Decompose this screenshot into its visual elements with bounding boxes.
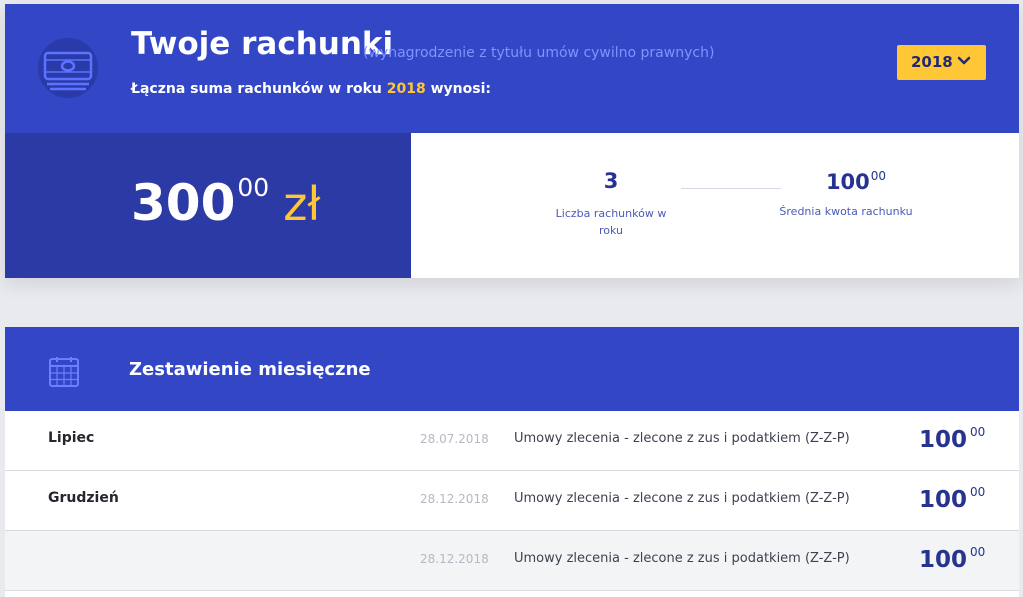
table-row[interactable]: Lipiec 28.07.2018 Umowy zlecenia - zleco… [5, 411, 1019, 471]
stats-divider [681, 188, 781, 189]
average-amount-integer: 100 [825, 170, 870, 194]
summary-header: Twoje rachunki (wynagrodzenie z tytułu u… [5, 4, 1019, 133]
summary-card: Twoje rachunki (wynagrodzenie z tytułu u… [5, 4, 1019, 278]
total-amount-panel: 30000 zł [5, 133, 411, 278]
total-amount-decimal: 00 [237, 173, 270, 202]
summary-year: 2018 [386, 81, 426, 97]
year-dropdown[interactable]: 2018 [897, 45, 986, 80]
row-description: Umowy zlecenia - zlecone z zus i podatki… [514, 551, 850, 566]
row-date: 28.07.2018 [420, 432, 489, 446]
row-amount-decimal: 00 [970, 545, 986, 559]
summary-text: Łączna suma rachunków w roku 2018 wynosi… [131, 81, 491, 97]
average-amount-decimal: 00 [870, 169, 887, 183]
row-description: Umowy zlecenia - zlecone z zus i podatki… [514, 491, 850, 506]
table-row[interactable]: 28.12.2018 Umowy zlecenia - zlecone z zu… [5, 531, 1019, 591]
total-amount: 30000 zł [131, 173, 320, 232]
row-month: Lipiec [48, 430, 95, 446]
row-amount-decimal: 00 [970, 425, 986, 439]
total-amount-integer: 300 [131, 174, 236, 232]
row-date: 28.12.2018 [420, 492, 489, 506]
page-title: Twoje rachunki [131, 26, 394, 62]
chevron-down-icon [957, 56, 971, 65]
summary-prefix: Łączna suma rachunków w roku [131, 81, 382, 97]
row-amount: 100 00 [919, 425, 985, 453]
page-subtitle: (wynagrodzenie z tytułu umów cywilno pra… [363, 45, 715, 61]
monthly-summary-header: Zestawienie miesięczne [5, 327, 1019, 411]
table-row[interactable]: Grudzień 28.12.2018 Umowy zlecenia - zle… [5, 471, 1019, 531]
calendar-icon [49, 357, 79, 387]
monthly-summary-card: Zestawienie miesięczne Lipiec 28.07.2018… [5, 327, 1019, 597]
row-amount-integer: 100 [919, 427, 968, 453]
row-amount: 100 00 [919, 545, 985, 573]
row-amount-integer: 100 [919, 547, 968, 573]
bill-count-value: 3 [603, 169, 619, 193]
row-amount-decimal: 00 [970, 485, 986, 499]
average-amount-value: 10000 [796, 169, 916, 194]
money-icon [38, 38, 98, 98]
summary-suffix: wynosi: [430, 81, 491, 97]
monthly-summary-title: Zestawienie miesięczne [129, 359, 371, 380]
bill-count-label: Liczba rachunków w roku [555, 207, 667, 237]
year-dropdown-value: 2018 [911, 53, 953, 71]
row-amount-integer: 100 [919, 487, 968, 513]
row-description: Umowy zlecenia - zlecone z zus i podatki… [514, 431, 850, 446]
row-amount: 100 00 [919, 485, 985, 513]
stats-panel: 3 Liczba rachunków w roku 10000 Średnia … [411, 133, 1019, 278]
total-amount-currency: zł [283, 177, 321, 231]
average-amount-label: Średnia kwota rachunku [779, 205, 913, 218]
row-month: Grudzień [48, 490, 119, 506]
row-date: 28.12.2018 [420, 552, 489, 566]
